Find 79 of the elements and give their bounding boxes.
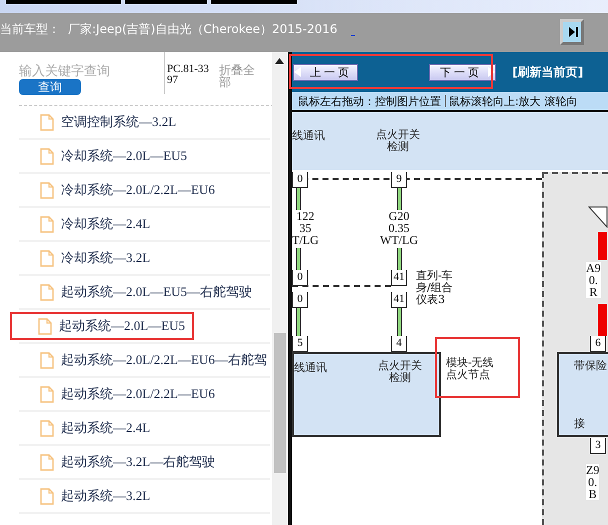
connector-pin: 41 <box>391 270 407 286</box>
diagram-label: 点火开关 <box>376 129 420 141</box>
wire <box>296 188 301 210</box>
refresh-page-link[interactable]: [刷新当前页] <box>512 64 584 80</box>
connector-label: 身/组合 <box>416 282 453 294</box>
link-underline[interactable] <box>351 35 356 36</box>
system-list-item[interactable]: 冷却系统—2.4L <box>61 215 150 233</box>
connector-label: 仪表3 <box>416 294 445 306</box>
triangle-symbol <box>588 206 608 228</box>
module-label: 带保险 <box>574 360 607 372</box>
callout-label: 模块-无线 <box>446 357 494 369</box>
document-icon <box>40 182 54 198</box>
system-list-item[interactable]: 起动系统—2.0L—EU5—右舵驾驶 <box>61 283 252 301</box>
document-icon <box>40 114 54 130</box>
wire-label: Z9 0. B <box>586 464 600 500</box>
wire <box>397 308 402 336</box>
wire <box>397 248 402 270</box>
system-list-item[interactable]: 起动系统—2.4L <box>61 419 150 437</box>
connector-pin: 9 <box>391 172 407 188</box>
diagram-label: 线通讯 <box>292 130 325 142</box>
previous-page-button[interactable]: 上 一 页 <box>293 64 358 80</box>
wire <box>598 232 607 260</box>
wire <box>397 188 402 210</box>
document-icon <box>40 386 54 402</box>
callout-label: 点火节点 <box>446 369 490 381</box>
scrollbar[interactable] <box>272 52 288 525</box>
connector-pin: 6 <box>590 336 606 352</box>
document-icon <box>40 352 54 368</box>
wire <box>296 248 301 270</box>
connector-pin: 41 <box>391 292 407 308</box>
system-list-item[interactable]: 起动系统—2.0L/2.2L—EU6 <box>61 385 215 403</box>
document-icon <box>38 318 52 334</box>
module-label: 点火开关 <box>378 360 422 372</box>
system-list-item[interactable]: 空调控制系统—3.2L <box>61 113 176 131</box>
arrow-left-icon <box>294 67 302 77</box>
module-label: 接 <box>574 418 585 430</box>
arrow-right-icon <box>487 67 496 77</box>
connector-pin: 4 <box>391 336 407 352</box>
system-list-item[interactable]: 起动系统—3.2L <box>61 487 150 505</box>
document-code: PC.81-3397 <box>164 52 211 94</box>
hint-text: 鼠标滚轮向上:放大 <box>449 94 541 108</box>
document-icon <box>40 454 54 470</box>
module-label: 检测 <box>389 372 411 384</box>
document-icon <box>40 420 54 436</box>
module-label: 线通讯 <box>294 362 327 374</box>
system-list-item[interactable]: 冷却系统—2.0L—EU5 <box>61 147 188 165</box>
connector-pin: 5 <box>292 336 308 352</box>
document-icon <box>40 148 54 164</box>
search-button[interactable]: 查询 <box>19 79 81 95</box>
system-list-item[interactable]: 起动系统—2.0L/2.2L—EU6—右舵驾 <box>61 351 267 369</box>
vehicle-name: 厂家:Jeep(吉普)自由光（Cherokee）2015-2016 <box>68 21 338 38</box>
system-list-item[interactable]: 冷却系统—2.0L/2.2L—EU6 <box>61 181 215 199</box>
wire <box>598 304 607 336</box>
document-icon <box>40 216 54 232</box>
tab-bar-button[interactable] <box>211 0 297 4</box>
system-list-item[interactable]: 冷却系统—3.2L <box>61 249 150 267</box>
next-page-button[interactable]: 下 一 页 <box>429 64 496 80</box>
wire-label: 122 35 T/LG <box>292 210 319 246</box>
connector-pin: 0 <box>292 270 308 286</box>
wire-label: G20 0.35 WT/LG <box>380 210 418 246</box>
expand-button[interactable] <box>560 19 584 45</box>
wire-label: A9 0. R <box>586 262 601 298</box>
document-icon <box>40 488 54 504</box>
document-icon <box>40 250 54 266</box>
connector-pin: 0 <box>292 292 308 308</box>
diagram-label: 检测 <box>387 141 409 153</box>
scrollbar-thumb[interactable] <box>274 333 286 473</box>
vehicle-label: 当前车型： <box>0 21 60 38</box>
tab-bar-button[interactable] <box>125 0 207 4</box>
connector-pin: 3 <box>590 438 606 454</box>
connector-pin: 0 <box>292 172 308 188</box>
wire <box>296 308 301 336</box>
document-icon <box>40 284 54 300</box>
system-list-item[interactable]: 起动系统—3.2L—右舵驾驶 <box>61 453 216 471</box>
hint-text: 鼠标左右拖动：控制图片位置 <box>298 94 441 108</box>
hint-text: 滚轮向 <box>544 94 578 108</box>
connector-label: 直列-车 <box>416 270 453 282</box>
scroll-up-icon[interactable] <box>275 58 284 64</box>
tab-bar-button[interactable] <box>6 0 121 4</box>
